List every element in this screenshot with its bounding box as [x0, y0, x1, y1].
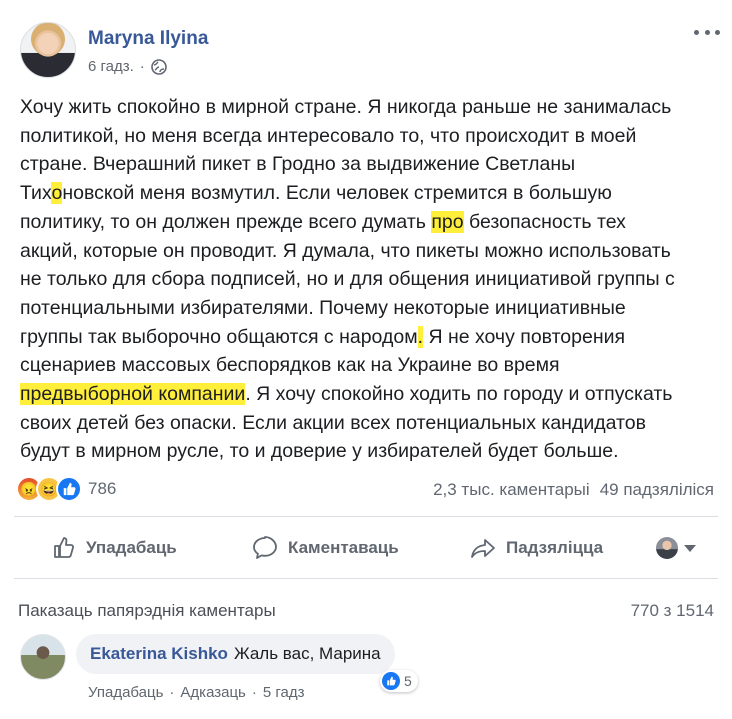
post-line: будут в мирном русле, то и доверие у изб… [20, 440, 619, 463]
globe-icon[interactable] [150, 58, 167, 75]
commenter-avatar[interactable] [20, 634, 66, 680]
comments-count[interactable]: 2,3 тыс. каментарыі [433, 480, 590, 500]
post-line: Хочу жить спокойно в мирной стране. Я ни… [20, 96, 672, 118]
comments-section: Паказаць папярэднія каментары 770 з 1514… [0, 588, 732, 719]
show-previous-comments-link[interactable]: Паказаць папярэднія каментары [18, 601, 276, 621]
reaction-count[interactable]: 786 [88, 479, 116, 499]
post-meta: 6 гадз. · [88, 58, 167, 75]
meta-separator: · [139, 58, 145, 75]
comment-bubble: Ekaterina Kishko Жаль вас, Марина [76, 634, 395, 674]
comment-button[interactable]: Каментаваць [252, 524, 399, 572]
post-time[interactable]: 6 гадз. [88, 58, 134, 75]
comment-icon [253, 536, 277, 559]
comment-reactions[interactable]: 5 [380, 670, 418, 692]
post-line: акций, которые он проводит. Я думала, чт… [20, 239, 671, 262]
reactions-summary[interactable]: 😠 😆 786 [16, 476, 116, 502]
highlight: предвыборной компании [20, 383, 246, 406]
comment-label: Каментаваць [288, 538, 399, 557]
post-stats: 2,3 тыс. каментарыі 49 падзяліліся [433, 480, 714, 500]
post-line: своих детей без опаски. Если акции всех … [20, 411, 646, 434]
highlight: о [51, 182, 63, 205]
action-bar: Упадабаць Каментаваць Падзяліцца [14, 524, 718, 572]
highlight: про [431, 210, 464, 233]
post-text: Хочу жить спокойно в мирной стране. Я ни… [20, 93, 720, 466]
chevron-down-icon [684, 544, 696, 552]
post-line: стране. Вчерашний пикет в Гродно за выдв… [20, 153, 576, 176]
separator: · [169, 684, 175, 701]
post-line: потенциальными избирателями. Почему неко… [20, 296, 626, 319]
share-label: Падзяліцца [506, 538, 604, 557]
thumbs-up-icon [54, 537, 74, 558]
post-as-selector[interactable] [656, 537, 696, 559]
comment-text: Жаль вас, Марина [233, 644, 381, 663]
comment-like-count: 5 [404, 673, 412, 689]
comment-actions: Упадабаць · Адказаць · 5 гадз [88, 684, 305, 701]
like-reaction-icon [56, 476, 82, 502]
author-avatar[interactable] [20, 22, 76, 78]
like-reaction-icon [382, 672, 400, 690]
post-line: Тихоновской меня возмутил. Если человек … [20, 182, 612, 205]
comment-like-link[interactable]: Упадабаць [88, 684, 163, 701]
share-button[interactable]: Падзяліцца [470, 524, 603, 572]
divider [14, 578, 718, 579]
post-line: предвыборной компании. Я хочу спокойно х… [20, 383, 673, 406]
divider [14, 516, 718, 517]
facebook-post: Maryna Ilyina 6 гадз. · Хочу жить спокой… [0, 0, 732, 719]
commenter-name[interactable]: Ekaterina Kishko [90, 644, 228, 664]
post-line: политику, то он должен прежде всего дума… [20, 210, 626, 233]
like-button[interactable]: Упадабаць [52, 524, 177, 572]
user-avatar [656, 537, 678, 559]
separator: · [251, 684, 257, 701]
more-options-icon[interactable] [694, 22, 720, 42]
comments-pager: 770 з 1514 [630, 601, 714, 620]
post-line: политикой, но меня всегда интересовало т… [20, 124, 637, 147]
post-line: сценариев массовых беспорядков как на Ук… [20, 354, 560, 377]
author-name[interactable]: Maryna Ilyina [88, 28, 208, 50]
post-line: группы так выборочно общаются с народом.… [20, 325, 626, 348]
comment-reply-link[interactable]: Адказаць [180, 684, 245, 701]
share-arrow-icon [471, 539, 495, 558]
like-label: Упадабаць [86, 538, 177, 557]
shares-count[interactable]: 49 падзяліліся [600, 480, 714, 500]
comment-time[interactable]: 5 гадз [263, 684, 305, 701]
post-line: не только для сбора подписей, но и для о… [20, 268, 675, 291]
